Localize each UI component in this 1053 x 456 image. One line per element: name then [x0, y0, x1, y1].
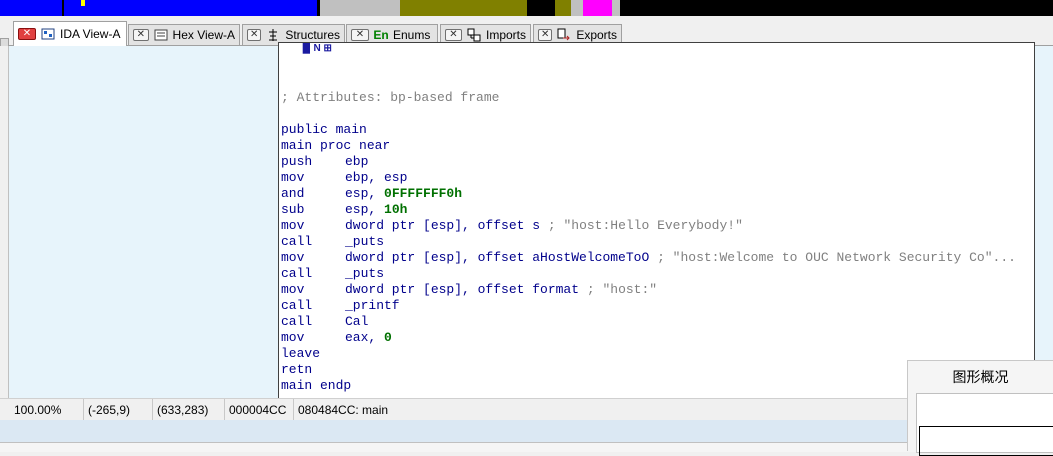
- operand: _printf: [345, 298, 400, 313]
- mnemonic: call: [281, 266, 313, 281]
- mnemonic: retn: [281, 362, 313, 377]
- nav-segment: [64, 0, 317, 16]
- operand: eax,: [345, 330, 385, 345]
- instruction-line[interactable]: mov dword ptr [esp], offset format ; "hos…: [281, 282, 657, 298]
- instruction-line[interactable]: retn: [281, 362, 312, 378]
- instruction-line[interactable]: mov dword ptr [esp], offset s ; "host:Hel…: [281, 218, 743, 234]
- close-icon[interactable]: ✕: [247, 29, 262, 41]
- tab-label: IDA View-A: [60, 27, 121, 41]
- operand: _puts: [345, 234, 385, 249]
- status-location: 080484CC: main: [298, 403, 389, 417]
- instruction-line[interactable]: mov ebp, esp: [281, 170, 407, 186]
- nav-segment: [400, 0, 527, 16]
- tab-label: Exports: [576, 28, 617, 42]
- instruction-line[interactable]: leave: [281, 346, 320, 362]
- nav-segment: [571, 0, 583, 16]
- nav-segment: [583, 0, 612, 16]
- instruction-line[interactable]: call _puts: [281, 266, 384, 282]
- nav-segment: [320, 0, 400, 16]
- public-declaration[interactable]: public main: [281, 122, 367, 138]
- comment-line: ; Attributes: bp-based frame: [281, 90, 500, 105]
- instruction-line[interactable]: and esp, 0FFFFFFF0h: [281, 186, 462, 202]
- mnemonic: mov: [281, 282, 305, 297]
- close-icon[interactable]: ✕: [18, 28, 36, 40]
- imports-icon: [466, 28, 482, 42]
- nav-segment: [527, 0, 555, 16]
- mnemonic: mov: [281, 170, 305, 185]
- operand-number: 0: [384, 330, 392, 345]
- graph-overview-panel[interactable]: 图形概况: [907, 360, 1053, 456]
- instruction-line[interactable]: mov eax, 0: [281, 330, 392, 346]
- operand-number: 10h: [384, 202, 408, 217]
- mnemonic: push: [281, 154, 313, 169]
- tab-label: Hex View-A: [172, 28, 235, 42]
- proc-declaration[interactable]: main proc near: [281, 138, 390, 154]
- inline-comment: ; "host:Welcome to OUC Network Security …: [657, 250, 1016, 265]
- operand: dword ptr [esp], offset aHostWelcomeToO: [345, 250, 650, 265]
- mnemonic: and: [281, 186, 305, 201]
- mnemonic: mov: [281, 250, 305, 265]
- overview-title: 图形概况: [952, 370, 1009, 386]
- navigation-band[interactable]: [0, 0, 1053, 16]
- mnemonic: sub: [281, 202, 305, 217]
- instruction-line[interactable]: push ebp: [281, 154, 368, 170]
- mnemonic: call: [281, 314, 313, 329]
- close-icon[interactable]: ✕: [445, 29, 462, 41]
- ida-view-icon: [40, 27, 56, 41]
- structures-icon: [265, 28, 281, 42]
- instruction-line[interactable]: call _printf: [281, 298, 400, 314]
- nav-segment: [0, 0, 62, 16]
- code-block-node[interactable]: ▉ N ⊞ ; Attributes: bp-based frame publi…: [278, 42, 1035, 402]
- enums-icon: En: [373, 28, 389, 42]
- nav-segment: [612, 0, 620, 16]
- operand: ebp: [345, 154, 369, 169]
- status-zoom: 100.00%: [0, 399, 84, 421]
- close-icon[interactable]: ✕: [351, 29, 369, 41]
- left-scroll-strip[interactable]: [0, 46, 9, 398]
- endp-declaration[interactable]: main endp: [281, 378, 351, 394]
- nav-segment: [620, 0, 1053, 16]
- inline-comment: ; "host:": [586, 282, 658, 297]
- instruction-line[interactable]: call _puts: [281, 234, 384, 250]
- mnemonic: call: [281, 298, 313, 313]
- tab-label: Enums: [393, 28, 431, 42]
- operand: ebp, esp: [345, 170, 408, 185]
- node-header-icons: ▉ N ⊞: [303, 43, 332, 54]
- hex-view-icon: [153, 28, 169, 42]
- status-coords-2: (633,283): [153, 399, 225, 421]
- operand: esp,: [345, 202, 385, 217]
- mnemonic: mov: [281, 330, 305, 345]
- status-coords-1: (-265,9): [84, 399, 153, 421]
- tab-label: Imports: [485, 28, 526, 42]
- nav-position-marker: [81, 0, 85, 6]
- operand: esp,: [345, 186, 385, 201]
- close-icon[interactable]: ✕: [538, 29, 553, 41]
- inline-comment: ; "host:Hello Everybody!": [547, 218, 743, 233]
- mnemonic: call: [281, 234, 313, 249]
- status-bar: 100.00% (-265,9) (633,283) 000004CC 0804…: [0, 398, 1053, 421]
- tab-hex-view[interactable]: ✕ Hex View-A: [128, 24, 240, 45]
- mnemonic: mov: [281, 218, 305, 233]
- operand-number: 0FFFFFFF0h: [384, 186, 463, 201]
- mnemonic: leave: [281, 346, 321, 361]
- tab-ida-view[interactable]: ✕ IDA View-A: [13, 21, 127, 46]
- overview-canvas[interactable]: [916, 393, 1053, 456]
- tab-label: Structures: [285, 28, 340, 42]
- operand: dword ptr [esp], offset format: [345, 282, 580, 297]
- instruction-line[interactable]: sub esp, 10h: [281, 202, 407, 218]
- operand: _puts: [345, 266, 385, 281]
- instruction-line[interactable]: call Cal: [281, 314, 368, 330]
- overview-viewport[interactable]: [919, 426, 1053, 456]
- nav-segment: [555, 0, 571, 16]
- status-offset: 000004CC: [225, 399, 294, 421]
- bottom-panel: [0, 420, 1053, 442]
- exports-icon: [556, 28, 572, 42]
- operand: dword ptr [esp], offset s: [345, 218, 541, 233]
- instruction-line[interactable]: mov dword ptr [esp], offset aHostWelcomeT…: [281, 250, 1016, 266]
- close-icon[interactable]: ✕: [133, 29, 149, 41]
- operand: Cal: [345, 314, 369, 329]
